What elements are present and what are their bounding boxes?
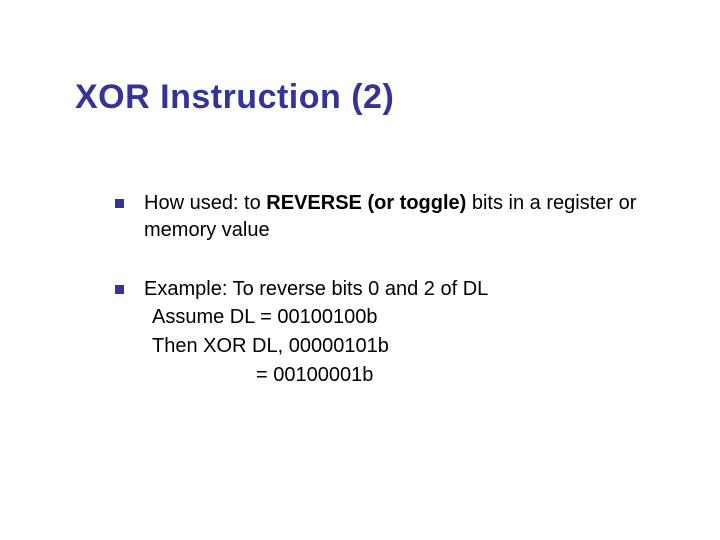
bullet-2-text: Example: To reverse bits 0 and 2 of DL A…	[144, 276, 665, 390]
slide: XOR Instruction (2) How used: to REVERSE…	[0, 0, 720, 540]
bullet-1-bold: REVERSE (or toggle)	[266, 192, 466, 214]
slide-title: XOR Instruction (2)	[75, 78, 394, 117]
bullet-2-intro: Example: To reverse bits 0 and 2 of DL	[144, 276, 665, 303]
bullet-2: Example: To reverse bits 0 and 2 of DL A…	[115, 276, 665, 390]
example-line-result: = 00100001b	[144, 361, 665, 390]
bullet-icon	[115, 285, 124, 294]
bullet-1: How used: to REVERSE (or toggle) bits in…	[115, 190, 665, 244]
example-line-assume: Assume DL = 00100100b	[144, 303, 665, 332]
bullet-1-text: How used: to REVERSE (or toggle) bits in…	[144, 190, 665, 244]
bullet-icon	[115, 199, 124, 208]
example-line-then: Then XOR DL, 00000101b	[144, 332, 665, 361]
slide-body: How used: to REVERSE (or toggle) bits in…	[115, 190, 665, 422]
bullet-1-prefix: How used: to	[144, 192, 266, 214]
bullet-2-example: Assume DL = 00100100b Then XOR DL, 00000…	[144, 303, 665, 390]
